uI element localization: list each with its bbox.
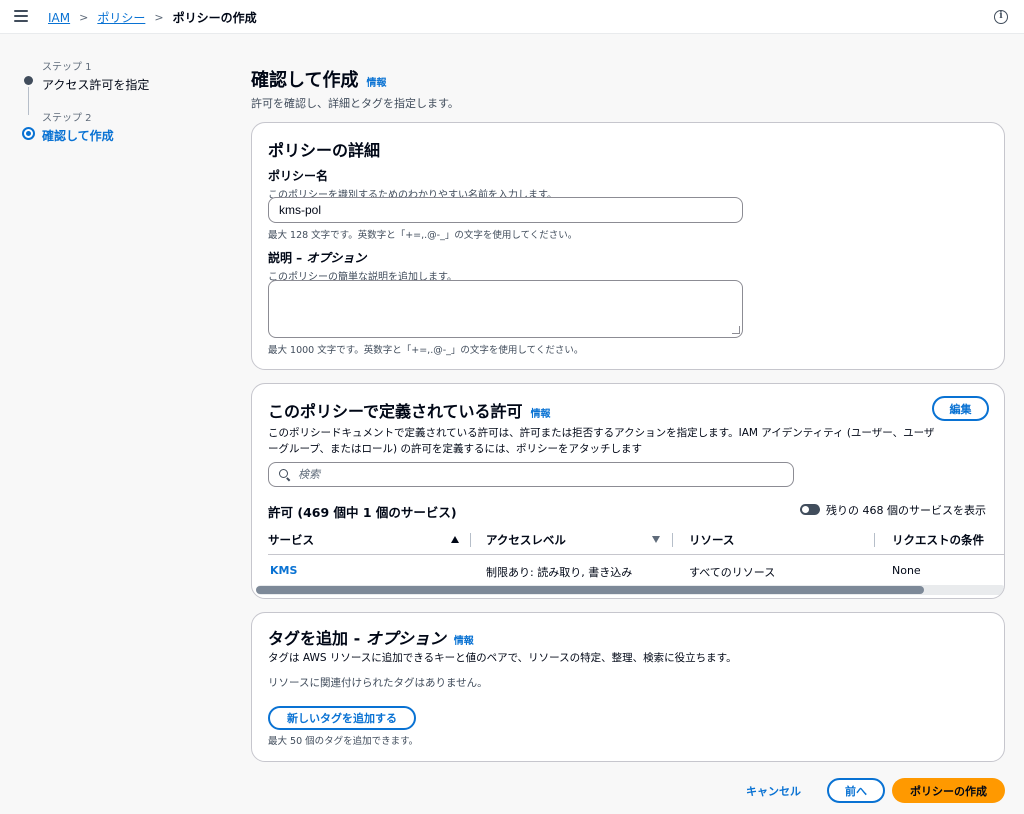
policy-name-input[interactable] (268, 197, 743, 223)
step-complete-dot-icon (24, 76, 33, 85)
step-1[interactable]: ステップ 1 アクセス許可を指定 (22, 58, 222, 115)
page-title: 確認して作成 (251, 70, 359, 91)
policy-description-header: 説明 – オプション このポリシーの簡単な説明を追加します。 (268, 249, 457, 283)
column-divider[interactable] (874, 533, 875, 547)
cancel-button[interactable]: キャンセル (746, 783, 801, 799)
page-header: 確認して作成 情報 (251, 66, 386, 92)
policy-description-label: 説明 – オプション (268, 251, 367, 265)
sort-ascending-icon[interactable] (451, 536, 459, 543)
step-1-label: アクセス許可を指定 (42, 78, 150, 92)
permissions-title: このポリシーで定義されている許可 (268, 402, 523, 421)
step-active-dot-icon (22, 127, 35, 140)
column-header-resource[interactable]: リソース (689, 532, 734, 548)
permissions-description-line-2: ーグループ、またはロール) の許可を定義するには、ポリシーをアタッチします (268, 443, 642, 455)
tags-card: タグを追加 - オプション 情報 タグは AWS リソースに追加できるキーと値の… (251, 612, 1005, 762)
policy-name-label: ポリシー名 (268, 169, 329, 183)
permissions-card: このポリシーで定義されている許可 情報 編集 このポリシードキュメントで定義され… (251, 383, 1005, 599)
policy-name-hint: 最大 128 文字です。英数字と「+=,.@-_」の文字を使用してください。 (268, 230, 578, 241)
tags-info-link[interactable]: 情報 (454, 632, 474, 647)
tags-empty-message: リソースに関連付けられたタグはありません。 (268, 677, 488, 689)
permissions-info-link[interactable]: 情報 (531, 405, 551, 420)
step-2-number: ステップ 2 (42, 113, 92, 124)
permissions-search[interactable] (268, 462, 794, 487)
breadcrumb-policies-link[interactable]: ポリシー (97, 9, 145, 26)
tags-description: タグは AWS リソースに追加できるキーと値のペアで、リソースの特定、整理、検索… (268, 652, 737, 664)
permissions-count: 許可 (469 個中 1 個のサービス) (268, 505, 457, 520)
chevron-right-icon: > (154, 11, 164, 24)
create-policy-button[interactable]: ポリシーの作成 (892, 778, 1005, 803)
breadcrumb: IAM > ポリシー > ポリシーの作成 (48, 9, 257, 26)
access-level-cell: 制限あり: 読み取り, 書き込み (486, 566, 633, 579)
policy-description-textarea[interactable] (268, 280, 743, 338)
permissions-description-line-1: このポリシードキュメントで定義されている許可は、許可または拒否するアクションを指… (268, 427, 935, 439)
step-1-number: ステップ 1 (42, 62, 92, 73)
edit-button[interactable]: 編集 (932, 396, 989, 421)
horizontal-scrollbar[interactable] (256, 585, 1004, 595)
policy-details-title: ポリシーの詳細 (268, 141, 381, 160)
step-2-label: 確認して作成 (42, 129, 114, 143)
column-header-access-level[interactable]: アクセスレベル (486, 532, 566, 548)
table-header-divider (268, 554, 1004, 555)
page-info-link[interactable]: 情報 (366, 74, 386, 89)
column-header-service[interactable]: サービス (268, 532, 314, 548)
add-new-tag-button[interactable]: 新しいタグを追加する (268, 706, 416, 730)
resource-cell: すべてのリソース (689, 566, 776, 579)
request-conditions-cell: None (892, 564, 921, 577)
sort-descending-icon[interactable] (652, 536, 660, 543)
policy-details-card: ポリシーの詳細 ポリシー名 このポリシーを識別するためのわかりやすい名前を入力し… (251, 122, 1005, 370)
show-remaining-services-toggle[interactable] (800, 504, 820, 515)
info-circle-icon[interactable]: i (994, 10, 1008, 24)
service-kms-link[interactable]: KMS (270, 564, 297, 577)
tags-header: タグを追加 - オプション 情報 (268, 625, 474, 649)
tags-limit-hint: 最大 50 個のタグを追加できます。 (268, 736, 419, 747)
previous-button[interactable]: 前へ (827, 778, 885, 803)
scrollbar-thumb[interactable] (256, 586, 924, 594)
show-remaining-services-label: 残りの 468 個のサービスを表示 (826, 504, 986, 517)
search-icon (279, 469, 290, 480)
permissions-header: このポリシーで定義されている許可 情報 (268, 398, 551, 422)
breadcrumb-iam-link[interactable]: IAM (48, 11, 70, 25)
policy-name-header: ポリシー名 このポリシーを識別するためのわかりやすい名前を入力します。 (268, 167, 557, 201)
column-header-request-conditions[interactable]: リクエストの条件 (892, 532, 984, 548)
permissions-search-input[interactable] (298, 468, 778, 481)
breadcrumb-current: ポリシーの作成 (172, 11, 257, 25)
step-2: ステップ 2 確認して作成 (22, 109, 222, 144)
top-navigation-bar: IAM > ポリシー > ポリシーの作成 i (0, 0, 1024, 34)
page-description: 許可を確認し、詳細とタグを指定します。 (251, 97, 459, 110)
chevron-right-icon: > (79, 11, 89, 24)
permissions-description: このポリシードキュメントで定義されている許可は、許可または拒否するアクションを指… (268, 425, 988, 457)
tags-title: タグを追加 - オプション (268, 629, 446, 648)
hamburger-menu-icon[interactable] (14, 10, 28, 22)
wizard-steps: ステップ 1 アクセス許可を指定 ステップ 2 確認して作成 (22, 58, 222, 144)
column-divider[interactable] (672, 533, 673, 547)
column-divider[interactable] (470, 533, 471, 547)
policy-description-hint: 最大 1000 文字です。英数字と「+=,.@-_」の文字を使用してください。 (268, 345, 584, 356)
